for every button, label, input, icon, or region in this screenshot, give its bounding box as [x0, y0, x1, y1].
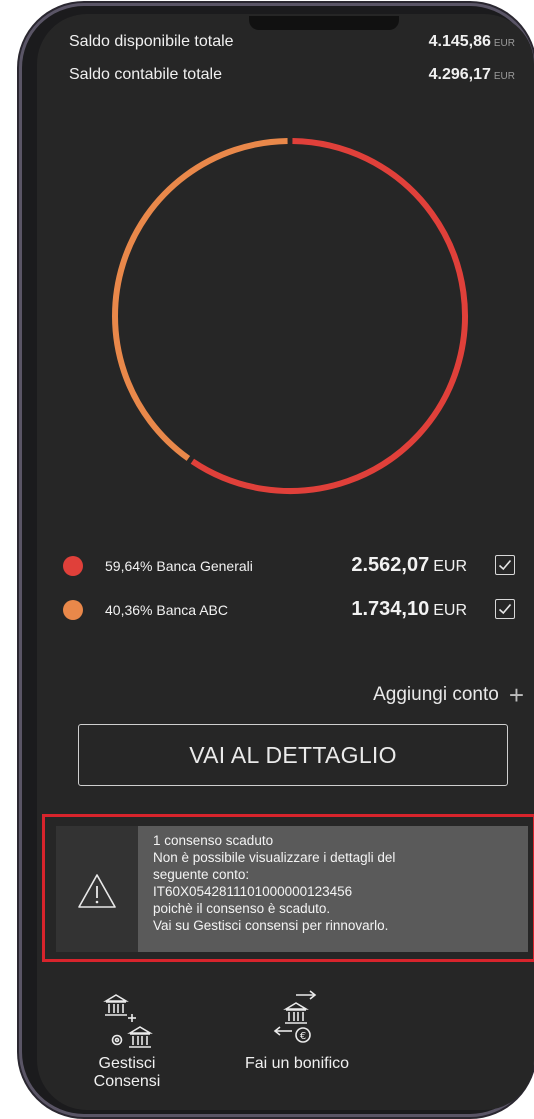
account-amount: 2.562,07 EUR: [351, 554, 467, 576]
check-icon: [498, 559, 512, 571]
alert-text-line: seguente conto:: [153, 867, 250, 882]
donut-slice-banca-generali: [190, 138, 468, 494]
manage-consents-label-1: Gestisci: [98, 1055, 156, 1072]
bank-transfer-label: Fai un bonifico: [244, 1055, 350, 1072]
balance-donut-chart: [112, 138, 468, 494]
alert-message: 1 consenso scaduto Non è possibile visua…: [138, 826, 528, 952]
donut-slice-banca-abc: [112, 138, 288, 461]
account-checkbox[interactable]: [495, 599, 515, 619]
alert-icon-area: [56, 826, 138, 952]
app-screen: Saldo disponibile totale 4.145,86 EUR Sal…: [37, 14, 534, 1110]
plus-icon: +: [508, 680, 524, 710]
series-color-dot: [63, 600, 83, 620]
manage-consents-icon: [103, 994, 153, 1048]
account-row-banca-abc[interactable]: 40,36% Banca ABC 1.734,10 EUR: [63, 596, 523, 624]
account-checkbox[interactable]: [495, 555, 515, 575]
svg-text:€: €: [300, 1031, 306, 1042]
alert-title: 1 consenso scaduto: [153, 833, 274, 848]
alert-text-line: Vai su Gestisci consensi per rinnovarlo.: [153, 918, 389, 933]
bank-transfer-icon: €: [273, 990, 317, 1043]
add-account-label: Aggiungi conto: [373, 684, 499, 705]
alert-iban: IT60X0542811101000000123456: [153, 884, 353, 899]
manage-consents-button[interactable]: Gestisci Consensi: [77, 989, 177, 1091]
bank-transfer-button[interactable]: € Fai un bonifico: [222, 989, 372, 1073]
account-name: 40,36% Banca ABC: [105, 602, 228, 618]
account-row-banca-generali[interactable]: 59,64% Banca Generali 2.562,07 EUR: [63, 552, 523, 580]
check-icon: [498, 603, 512, 615]
account-amount: 1.734,10 EUR: [351, 598, 467, 620]
warning-icon: [78, 874, 116, 908]
alert-text-line: poichè il consenso è scaduto.: [153, 901, 331, 916]
expired-consent-alert: 1 consenso scaduto Non è possibile visua…: [56, 826, 528, 952]
manage-consents-label-2: Consensi: [93, 1073, 161, 1090]
add-account-button[interactable]: Aggiungi conto +: [373, 682, 524, 708]
alert-text-line: Non è possibile visualizzare i dettagli …: [153, 850, 396, 865]
series-color-dot: [63, 556, 83, 576]
go-to-detail-button[interactable]: VAI AL DETTAGLIO: [78, 724, 508, 786]
account-name: 59,64% Banca Generali: [105, 558, 253, 574]
